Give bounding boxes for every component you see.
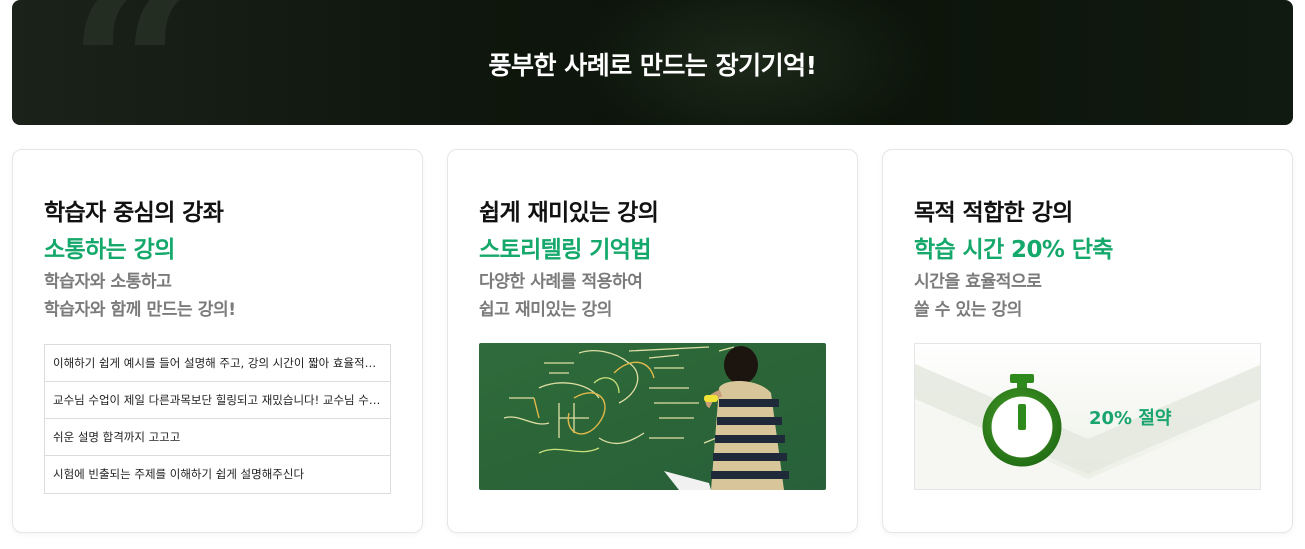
review-list: 이해하기 쉽게 예시를 들어 설명해 주고, 강의 시간이 짧아 효율적으… 교… xyxy=(44,344,391,494)
banner: “ 풍부한 사례로 만드는 장기기억! xyxy=(12,0,1293,125)
card-description-line: 학습자와 소통하고 xyxy=(44,272,172,292)
card-description-line: 쉽고 재미있는 강의 xyxy=(479,300,612,320)
card-communication: 학습자 중심의 강좌 소통하는 강의 학습자와 소통하고 학습자와 함께 만드는… xyxy=(12,149,423,533)
stopwatch-icon xyxy=(982,374,1062,467)
card-heading: 학습자 중심의 강좌 xyxy=(44,200,224,226)
card-description-line: 다양한 사례를 적용하여 xyxy=(479,272,643,292)
card-time-saving: 목적 적합한 강의 학습 시간 20% 단축 시간을 효율적으로 쓸 수 있는 … xyxy=(882,149,1293,533)
card-highlight: 학습 시간 20% 단축 xyxy=(914,237,1113,263)
review-item[interactable]: 시험에 빈출되는 주제를 이해하기 쉽게 설명해주신다 xyxy=(45,456,390,493)
review-item[interactable]: 이해하기 쉽게 예시를 들어 설명해 주고, 강의 시간이 짧아 효율적으… xyxy=(45,345,390,382)
card-storytelling: 쉽게 재미있는 강의 스토리텔링 기억법 다양한 사례를 적용하여 쉽고 재미있… xyxy=(447,149,858,533)
lecture-photo xyxy=(479,343,826,490)
review-item[interactable]: 교수님 수업이 제일 다른과목보단 힐링되고 재밌습니다! 교수님 수… xyxy=(45,382,390,419)
card-highlight: 스토리텔링 기억법 xyxy=(479,237,651,263)
card-description: 시간을 효율적으로 쓸 수 있는 강의 xyxy=(914,268,1042,324)
card-heading: 쉽게 재미있는 강의 xyxy=(479,200,659,226)
banner-title: 풍부한 사례로 만드는 장기기억! xyxy=(488,51,817,80)
review-item[interactable]: 쉬운 설명 합격까지 고고고 xyxy=(45,419,390,456)
card-description-line: 쓸 수 있는 강의 xyxy=(914,300,1022,320)
timer-panel: 20% 절약 xyxy=(914,343,1261,490)
card-description-line: 시간을 효율적으로 xyxy=(914,272,1042,292)
timer-background xyxy=(915,344,1260,489)
card-heading: 목적 적합한 강의 xyxy=(914,200,1073,226)
card-description: 다양한 사례를 적용하여 쉽고 재미있는 강의 xyxy=(479,268,643,324)
card-description: 학습자와 소통하고 학습자와 함께 만드는 강의! xyxy=(44,268,236,324)
card-highlight: 소통하는 강의 xyxy=(44,237,175,263)
chalkboard-illustration xyxy=(503,346,789,490)
card-description-line: 학습자와 함께 만드는 강의! xyxy=(44,300,236,320)
saving-label: 20% 절약 xyxy=(1089,408,1172,429)
